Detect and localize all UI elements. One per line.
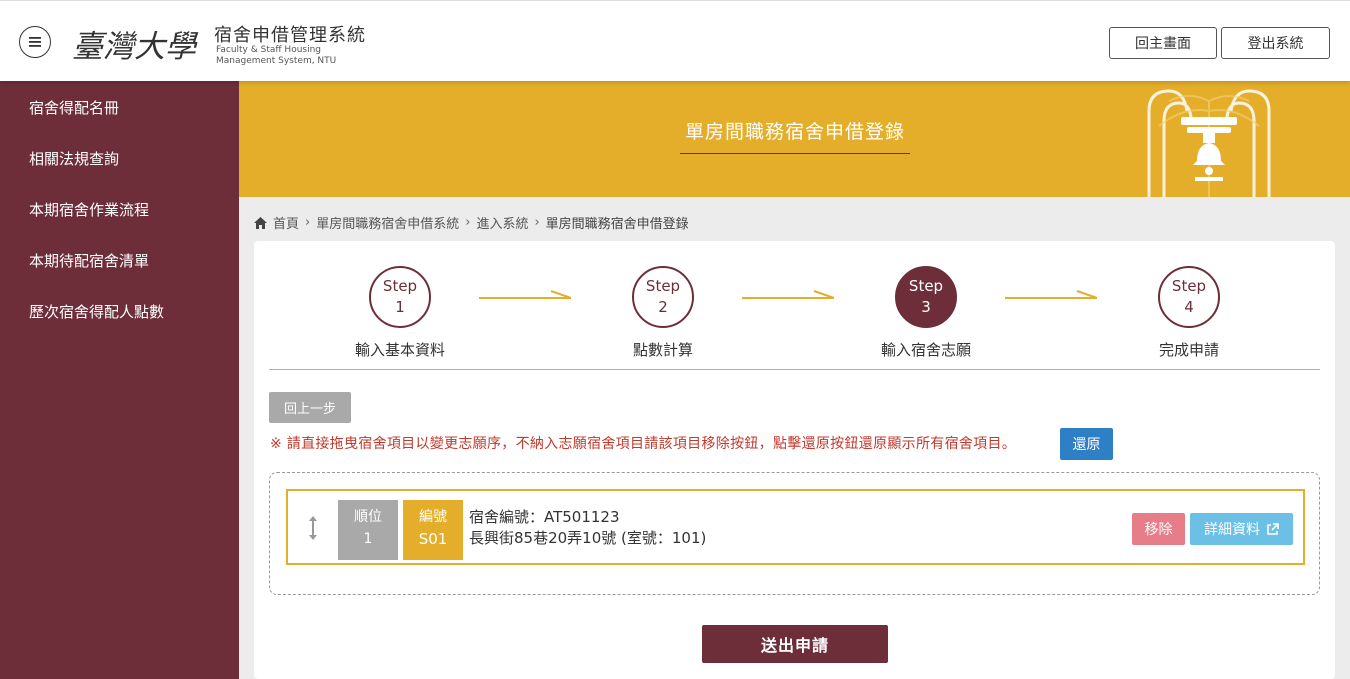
- sidebar: 宿舍得配名冊 相關法規查詢 本期宿舍作業流程 本期待配宿舍清單 歷次宿舍得配人點…: [0, 81, 239, 679]
- remove-button[interactable]: 移除: [1132, 513, 1185, 545]
- step-number: 1: [395, 298, 405, 316]
- reset-button[interactable]: 還原: [1060, 428, 1113, 460]
- sidebar-item-workflow[interactable]: 本期宿舍作業流程: [29, 199, 149, 220]
- breadcrumb-separator: ›: [534, 215, 540, 230]
- rank-value: 1: [363, 531, 373, 547]
- step-word: Step: [382, 277, 418, 295]
- dorm-preference-list: 順位 1 編號 S01 宿舍編號：AT501123 長興街85巷20弄10號 (…: [269, 472, 1320, 595]
- system-title: 宿舍申借管理系統: [214, 25, 366, 46]
- code-label: 編號: [419, 509, 447, 525]
- step-word: Step: [1171, 277, 1207, 295]
- step-4-label: 完成申請: [1158, 341, 1219, 359]
- dorm-item-card[interactable]: 順位 1 編號 S01 宿舍編號：AT501123 長興街85巷20弄10號 (…: [286, 489, 1305, 565]
- detail-button[interactable]: 詳細資料: [1190, 513, 1293, 545]
- drag-handle-icon[interactable]: [306, 515, 320, 541]
- back-button[interactable]: 回上一步: [269, 392, 351, 423]
- step-2-circle: Step 2: [632, 266, 694, 328]
- breadcrumb: 首頁 › 單房間職務宿舍申借系統 › 進入系統 › 單房間職務宿舍申借登錄: [254, 213, 689, 232]
- breadcrumb-separator: ›: [305, 215, 311, 230]
- external-link-icon: [1267, 522, 1279, 535]
- dorm-id: 宿舍編號：AT501123: [469, 508, 620, 526]
- hamburger-menu-icon: [29, 37, 41, 47]
- dorm-info: 宿舍編號：AT501123 長興街85巷20弄10號 (室號：101): [469, 507, 706, 549]
- dorm-address: 長興街85巷20弄10號 (室號：101): [469, 529, 707, 547]
- sidebar-item-regulations[interactable]: 相關法規查詢: [29, 148, 119, 169]
- step-number: 4: [1184, 298, 1194, 316]
- sidebar-item-pending-dorms[interactable]: 本期待配宿舍清單: [29, 250, 149, 271]
- breadcrumb-enter[interactable]: 進入系統: [476, 213, 528, 232]
- page-banner: 單房間職務宿舍申借登錄: [239, 81, 1350, 197]
- step-arrow-icon: [1005, 290, 1098, 299]
- breadcrumb-current: 單房間職務宿舍申借登錄: [545, 217, 689, 232]
- step-arrow-icon: [742, 290, 835, 299]
- step-2-label: 點數計算: [632, 341, 693, 359]
- drag-instructions: ※ 請直接拖曳宿舍項目以變更志願序，不納入志願宿舍項目請該項目移除按鈕，點擊還原…: [270, 436, 1017, 452]
- rank-label: 順位: [354, 509, 382, 525]
- breadcrumb-system[interactable]: 單房間職務宿舍申借系統: [316, 213, 459, 232]
- ntu-logo: 臺灣大學: [72, 29, 199, 65]
- detail-button-label: 詳細資料: [1204, 522, 1260, 538]
- page-title: 單房間職務宿舍申借登錄: [684, 121, 905, 143]
- step-3-circle: Step 3: [895, 266, 957, 328]
- top-header: 臺灣大學 宿舍申借管理系統 Faculty & Staff Housing Ma…: [0, 0, 1350, 81]
- code-badge: 編號 S01: [403, 500, 463, 560]
- logout-button[interactable]: 登出系統: [1221, 27, 1330, 59]
- title-underline: [680, 153, 910, 154]
- home-icon: [254, 216, 267, 229]
- code-value: S01: [418, 530, 448, 548]
- step-number: 3: [921, 298, 931, 316]
- sidebar-item-allocation-list[interactable]: 宿舍得配名冊: [29, 97, 119, 118]
- submit-button[interactable]: 送出申請: [702, 625, 888, 663]
- step-3-label: 輸入宿舍志願: [880, 341, 971, 359]
- step-arrow-icon: [479, 290, 572, 299]
- step-1-circle: Step 1: [369, 266, 431, 328]
- step-1-label: 輸入基本資料: [354, 341, 445, 359]
- main-panel: Step 1 輸入基本資料 Step 2 點數計算 Step 3 輸入宿舍志願 …: [254, 241, 1335, 679]
- system-subtitle: Faculty & Staff Housing Management Syste…: [216, 45, 366, 67]
- step-number: 2: [658, 298, 668, 316]
- step-word: Step: [645, 277, 681, 295]
- step-word: Step: [908, 277, 944, 295]
- breadcrumb-separator: ›: [465, 215, 471, 230]
- fu-bell-illustration: [1147, 89, 1271, 197]
- menu-toggle-button[interactable]: [19, 26, 51, 58]
- svg-text:臺灣大學: 臺灣大學: [72, 29, 199, 65]
- home-button[interactable]: 回主畫面: [1109, 27, 1217, 59]
- sidebar-item-past-points[interactable]: 歷次宿舍得配人點數: [29, 301, 164, 322]
- system-subtitle-line-1: Faculty & Staff Housing: [216, 45, 322, 55]
- steps-divider: [269, 369, 1320, 370]
- rank-badge: 順位 1: [338, 500, 398, 560]
- breadcrumb-home[interactable]: 首頁: [273, 213, 299, 232]
- system-subtitle-line-2: Management System, NTU: [216, 56, 337, 66]
- step-4-circle: Step 4: [1158, 266, 1220, 328]
